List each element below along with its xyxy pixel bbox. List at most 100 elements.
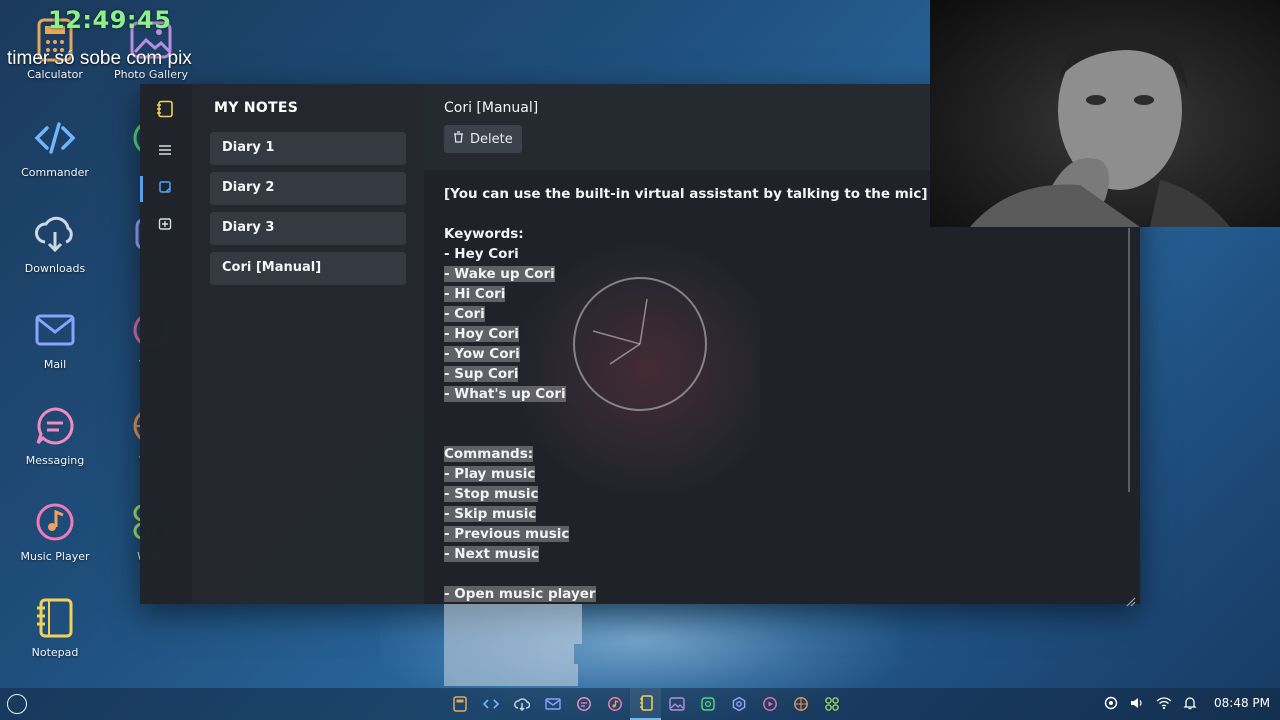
note-line-text: - Hoy Cori xyxy=(444,326,519,342)
chat-icon xyxy=(33,404,77,448)
note-line-text: - Wake up Cori xyxy=(444,266,555,282)
note-line-text: Commands: xyxy=(444,446,534,462)
taskbar-chat-icon[interactable] xyxy=(568,688,599,720)
stream-timer: 12:49:45 xyxy=(48,6,172,34)
taskbar-widgets-icon[interactable] xyxy=(816,688,847,720)
taskbar-calculator-icon[interactable] xyxy=(444,688,475,720)
taskbar-globe-icon[interactable] xyxy=(785,688,816,720)
note-line: - Hi Cori xyxy=(444,284,1124,304)
system-tray xyxy=(1104,688,1197,720)
notification-bell-icon[interactable] xyxy=(1183,695,1197,714)
note-line: - Play music xyxy=(444,464,1124,484)
music-icon xyxy=(33,500,77,544)
taskbar: 08:48 PM xyxy=(0,688,1280,720)
taskbar-recorder-icon[interactable] xyxy=(692,688,723,720)
desktop-icon-messaging[interactable]: Messaging xyxy=(10,404,100,467)
selection-ghost xyxy=(444,604,582,644)
note-list-item[interactable]: Diary 1 xyxy=(210,132,406,165)
note-line: Keywords: xyxy=(444,224,1124,244)
delete-button[interactable]: Delete xyxy=(444,125,522,153)
desktop-icon-mail[interactable]: Mail xyxy=(10,308,100,371)
desktop-icon-notepad[interactable]: Notepad xyxy=(10,596,100,659)
note-line-text: - Open music player xyxy=(444,586,596,602)
note-line: - Stop music xyxy=(444,484,1124,504)
desktop-icon-music-player[interactable]: Music Player xyxy=(10,500,100,563)
notepad-sidebar-rail xyxy=(140,84,192,604)
taskbar-photo-gallery-icon[interactable] xyxy=(661,688,692,720)
note-list-item[interactable]: Diary 2 xyxy=(210,172,406,205)
note-line: - Next music xyxy=(444,544,1124,564)
mail-icon xyxy=(33,308,77,352)
taskbar-music-icon[interactable] xyxy=(599,688,630,720)
note-line-text: [You can use the built-in virtual assist… xyxy=(444,186,928,202)
note-line-text: - What's up Cori xyxy=(444,386,566,402)
webcam-overlay xyxy=(930,0,1280,227)
note-line: - Cori xyxy=(444,304,1124,324)
desktop-icon-label: Music Player xyxy=(20,550,90,563)
editor-scrollbar[interactable] xyxy=(1128,228,1130,492)
selection-ghost xyxy=(444,664,578,686)
note-line-text: - Next music xyxy=(444,546,539,562)
resize-handle-icon[interactable] xyxy=(1126,592,1136,607)
code-icon xyxy=(33,116,77,160)
note-line: - What's up Cori xyxy=(444,384,1124,404)
rail-active-indicator xyxy=(140,176,143,202)
note-line-text: - Skip music xyxy=(444,506,537,522)
volume-icon[interactable] xyxy=(1129,695,1145,714)
add-note-icon[interactable] xyxy=(154,213,176,235)
network-status-icon[interactable] xyxy=(1104,695,1118,714)
note-line xyxy=(444,424,1124,444)
desktop-icon-label: Downloads xyxy=(24,262,86,275)
taskbar-video-icon[interactable] xyxy=(754,688,785,720)
taskbar-notepad-icon[interactable] xyxy=(630,688,661,720)
desktop-icon-label: Mail xyxy=(43,358,67,371)
taskbar-clock[interactable]: 08:48 PM xyxy=(1214,696,1270,710)
taskbar-code-icon[interactable] xyxy=(475,688,506,720)
note-line: - Open music player xyxy=(444,584,1124,604)
note-line-text: - Play music xyxy=(444,466,536,482)
note-title: Cori [Manual] xyxy=(444,100,539,116)
note-icon[interactable] xyxy=(154,176,176,198)
note-list-item[interactable]: Diary 3 xyxy=(210,212,406,245)
note-line: - Hoy Cori xyxy=(444,324,1124,344)
stream-timer-caption: timer só sobe com pix xyxy=(7,48,192,69)
note-line: - Yow Cori xyxy=(444,344,1124,364)
note-line-text: - Previous music xyxy=(444,526,570,542)
note-line: - Previous music xyxy=(444,524,1124,544)
note-list-item[interactable]: Cori [Manual] xyxy=(210,252,406,285)
desktop-icon-label: Messaging xyxy=(25,454,85,467)
desktop-icon-downloads[interactable]: Downloads xyxy=(10,212,100,275)
menu-icon[interactable] xyxy=(154,139,176,161)
note-line: - Sup Cori xyxy=(444,364,1124,384)
note-line-text: - Stop music xyxy=(444,486,539,502)
note-content[interactable]: [You can use the built-in virtual assist… xyxy=(444,184,1124,604)
note-line xyxy=(444,564,1124,584)
desktop-icon-label: Commander xyxy=(21,166,89,179)
note-line-text: - Yow Cori xyxy=(444,346,520,362)
taskbar-apps xyxy=(444,688,847,720)
notepad-icon xyxy=(33,596,77,640)
note-line xyxy=(444,404,1124,424)
desktop-icon-commander[interactable]: Commander xyxy=(10,116,100,179)
note-line-text: - Hey Cori xyxy=(444,246,519,262)
wifi-icon[interactable] xyxy=(1156,695,1172,714)
note-line-text: - Hi Cori xyxy=(444,286,506,302)
taskbar-download-cloud-icon[interactable] xyxy=(506,688,537,720)
note-line-text: - Sup Cori xyxy=(444,366,519,382)
note-line: Commands: xyxy=(444,444,1124,464)
notepad-app-icon[interactable] xyxy=(154,98,176,120)
desktop-icon-label: Notepad xyxy=(31,646,79,659)
download-cloud-icon xyxy=(33,212,77,256)
note-line: - Skip music xyxy=(444,504,1124,524)
note-line: - Hey Cori xyxy=(444,244,1124,264)
selection-ghost xyxy=(444,644,574,664)
trash-icon xyxy=(453,131,464,147)
notes-panel-title: MY NOTES xyxy=(214,100,299,116)
note-line: - Wake up Cori xyxy=(444,264,1124,284)
notes-panel: MY NOTES Diary 1 Diary 2 Diary 3 Cori [M… xyxy=(192,84,424,604)
taskbar-settings-icon[interactable] xyxy=(723,688,754,720)
note-line-text: - Cori xyxy=(444,306,485,322)
taskbar-mail-icon[interactable] xyxy=(537,688,568,720)
start-button-icon[interactable] xyxy=(7,694,27,714)
note-line-text: Keywords: xyxy=(444,226,524,242)
